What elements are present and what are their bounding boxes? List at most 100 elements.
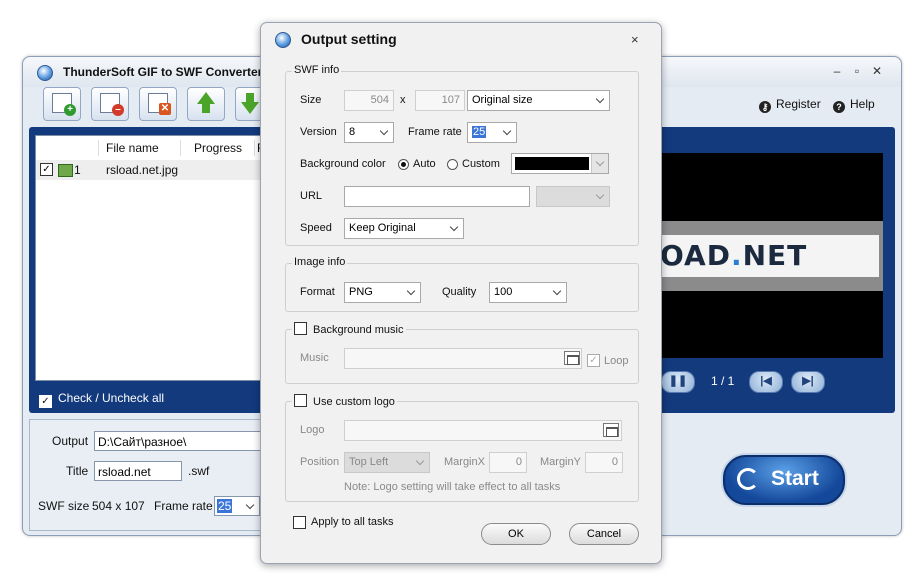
swf-info-legend: SWF info xyxy=(292,64,342,76)
register-label: Register xyxy=(776,97,821,111)
preview-screen: OAD.NET xyxy=(657,153,883,358)
row-index: 1 xyxy=(74,163,81,177)
preview-text-dot: . xyxy=(730,239,743,272)
chevron-down-icon xyxy=(595,94,605,104)
help-link[interactable]: ? Help xyxy=(833,97,875,113)
column-file-name[interactable]: File name xyxy=(106,141,159,155)
dialog-close-button[interactable]: × xyxy=(631,32,639,47)
file-list[interactable]: File name Progress F ✓ 1 rsload.net.jpg xyxy=(35,135,261,381)
frame-rate-select[interactable]: 25 xyxy=(214,496,260,516)
column-progress[interactable]: Progress xyxy=(194,141,242,155)
row-checkbox[interactable]: ✓ xyxy=(40,163,53,176)
margin-y-field[interactable]: 0 xyxy=(585,452,623,473)
output-path-field[interactable]: D:\Сайт\разное\ xyxy=(94,431,264,451)
preview-panel: OAD.NET ❚❚ 1 / 1 |◀ ▶| xyxy=(657,127,895,413)
frame-rate-label: Frame rate xyxy=(408,126,462,138)
row-file-name: rsload.net.jpg xyxy=(106,163,179,177)
file-list-header: File name Progress F xyxy=(36,136,260,161)
help-icon: ? xyxy=(833,101,845,113)
next-frame-icon: ▶| xyxy=(802,375,814,387)
color-swatch xyxy=(515,157,589,170)
chevron-down-icon xyxy=(406,286,416,296)
background-music-group: Background music Music ✓ Loop xyxy=(285,322,639,384)
auto-radio[interactable] xyxy=(398,159,409,170)
move-down-icon xyxy=(241,102,259,114)
add-image-button[interactable]: + xyxy=(43,87,81,121)
custom-logo-group: Use custom logo Logo Position Top Left M… xyxy=(285,394,639,502)
remove-image-button[interactable]: – xyxy=(91,87,129,121)
custom-logo-legend: Use custom logo xyxy=(313,396,395,408)
version-value: 8 xyxy=(349,126,356,138)
chevron-down-icon xyxy=(379,126,389,136)
first-frame-icon: |◀ xyxy=(760,375,772,387)
frame-rate-select[interactable]: 25 xyxy=(467,122,517,143)
check-all-toggle[interactable]: ✓ Check / Uncheck all xyxy=(39,391,164,408)
page-counter: 1 / 1 xyxy=(711,374,735,388)
quality-select[interactable]: 100 xyxy=(489,282,567,303)
apply-all-label: Apply to all tasks xyxy=(311,516,394,528)
size-preset-select[interactable]: Original size xyxy=(467,90,610,111)
chevron-down-icon xyxy=(552,286,562,296)
apply-all-checkbox[interactable] xyxy=(293,516,306,529)
frame-rate-label: Frame rate xyxy=(154,499,213,513)
music-field[interactable] xyxy=(344,348,582,369)
ok-button[interactable]: OK xyxy=(481,523,551,545)
swf-info-group: SWF info Size 504 x 107 Original size Ve… xyxy=(285,64,639,246)
file-list-panel: File name Progress F ✓ 1 rsload.net.jpg … xyxy=(29,127,265,413)
first-frame-button[interactable]: |◀ xyxy=(749,371,783,393)
url-field[interactable] xyxy=(344,186,530,207)
start-button[interactable]: Start xyxy=(723,455,845,505)
close-button[interactable]: ✕ xyxy=(869,64,885,78)
logo-field[interactable] xyxy=(344,420,622,441)
app-title: ThunderSoft GIF to SWF Converter ( xyxy=(63,65,270,79)
title-field[interactable]: rsload.net xyxy=(94,461,182,481)
table-row[interactable]: ✓ 1 rsload.net.jpg xyxy=(36,160,260,180)
speed-value: Keep Original xyxy=(349,222,416,234)
margin-y-label: MarginY xyxy=(540,456,581,468)
quality-value: 100 xyxy=(494,286,513,298)
app-logo-icon xyxy=(37,65,53,81)
image-info-group: Image info Format PNG Quality 100 xyxy=(285,256,639,312)
speed-select[interactable]: Keep Original xyxy=(344,218,464,239)
check-all-checkbox[interactable]: ✓ xyxy=(39,395,52,408)
music-label: Music xyxy=(300,352,329,364)
move-up-button[interactable] xyxy=(187,87,225,121)
url-target-select[interactable] xyxy=(536,186,610,207)
browse-folder-icon[interactable] xyxy=(564,351,580,365)
loop-checkbox[interactable]: ✓ xyxy=(587,354,600,367)
auto-label: Auto xyxy=(413,158,436,170)
preview-text-tail: NET xyxy=(742,239,808,272)
chevron-down-icon xyxy=(502,126,512,136)
chevron-down-icon xyxy=(595,157,605,167)
cancel-button[interactable]: Cancel xyxy=(569,523,639,545)
position-select[interactable]: Top Left xyxy=(344,452,430,473)
logo-label: Logo xyxy=(300,424,325,436)
chevron-down-icon xyxy=(245,500,255,510)
margin-x-field[interactable]: 0 xyxy=(489,452,527,473)
format-select[interactable]: PNG xyxy=(344,282,421,303)
background-color-label: Background color xyxy=(300,158,386,170)
format-value: PNG xyxy=(349,286,373,298)
swf-size-label: SWF size xyxy=(38,499,90,513)
next-frame-button[interactable]: ▶| xyxy=(791,371,825,393)
version-select[interactable]: 8 xyxy=(344,122,394,143)
maximize-button[interactable]: ▫ xyxy=(849,64,865,78)
background-music-checkbox[interactable] xyxy=(294,322,307,335)
browse-folder-icon[interactable] xyxy=(603,423,619,437)
background-color-picker[interactable] xyxy=(511,153,609,174)
custom-logo-checkbox[interactable] xyxy=(294,394,307,407)
height-field[interactable]: 107 xyxy=(415,90,465,111)
logo-note: Note: Logo setting will take effect to a… xyxy=(344,481,561,493)
custom-radio[interactable] xyxy=(447,159,458,170)
clear-list-button[interactable]: ✕ xyxy=(139,87,177,121)
frame-rate-value: 25 xyxy=(217,499,233,513)
minimize-button[interactable]: – xyxy=(829,64,845,78)
chevron-down-icon xyxy=(449,222,459,232)
register-link[interactable]: ⚷ Register xyxy=(759,97,821,113)
custom-label: Custom xyxy=(462,158,500,170)
version-label: Version xyxy=(300,126,337,138)
width-field[interactable]: 504 xyxy=(344,90,394,111)
help-label: Help xyxy=(850,97,875,111)
pause-button[interactable]: ❚❚ xyxy=(661,371,695,393)
chevron-down-icon xyxy=(415,456,425,466)
